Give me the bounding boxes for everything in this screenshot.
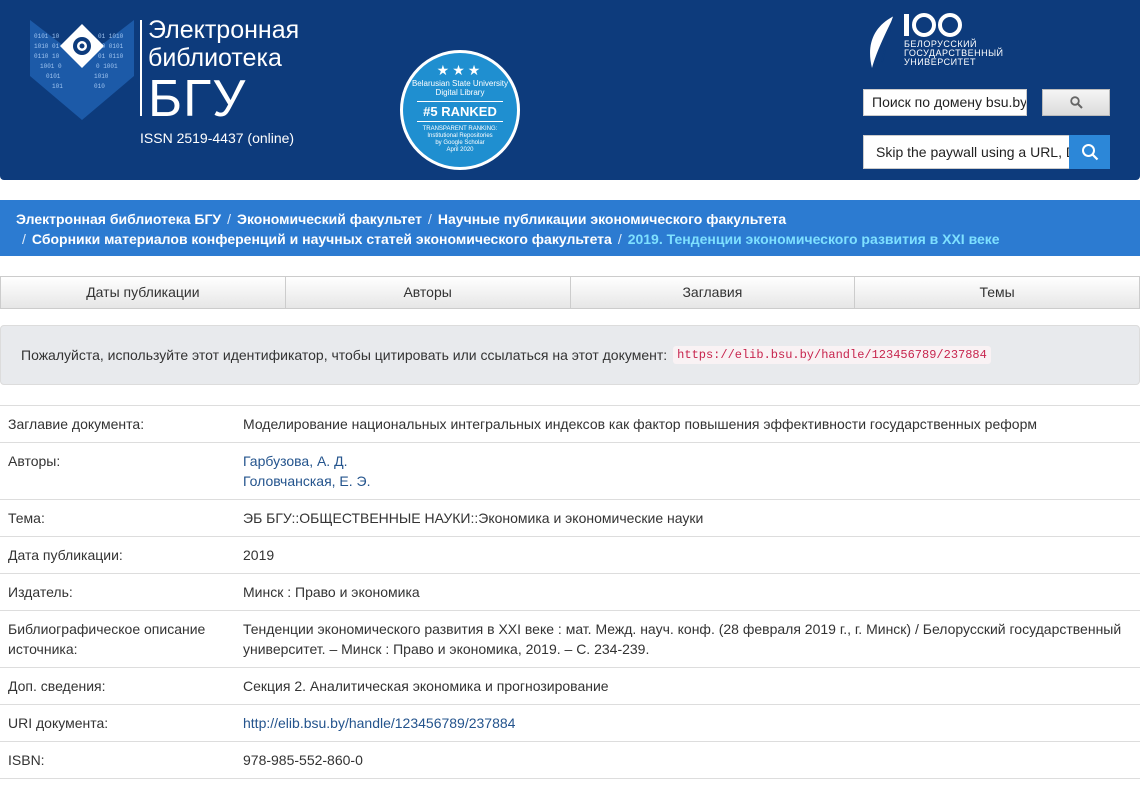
search-icon: [1069, 96, 1083, 109]
uri-value: http://elib.bsu.by/handle/123456789/2378…: [235, 705, 1140, 742]
university-name-line3: УНИВЕРСИТЕТ: [904, 57, 977, 67]
citation-label: Библиографическое описание источника:: [8, 621, 206, 657]
table-row: Библиографическое описание источника: Те…: [0, 610, 1140, 668]
table-row: URI документа: http://elib.bsu.by/handle…: [0, 704, 1140, 742]
breadcrumb-item-current[interactable]: 2019. Тенденции экономического развития …: [628, 231, 1000, 247]
library-name-line1: Электронная: [148, 16, 300, 44]
notes-value: Секция 2. Аналитическая экономика и прог…: [243, 678, 609, 694]
authors-label: Авторы:: [8, 453, 61, 469]
citation-uri[interactable]: https://elib.bsu.by/handle/123456789/237…: [673, 346, 991, 364]
svg-text:01 0110: 01 0110: [98, 53, 124, 60]
library-logo-icon[interactable]: 0101 10 1010 01 0110 10 1001 0 0101 101 01 1…: [30, 20, 134, 120]
browse-bar: Даты публикации Авторы Заглавия Темы: [0, 276, 1140, 309]
table-row: Авторы: Гарбузова, А. Д. Головчанская, Е…: [0, 442, 1140, 500]
table-row: Дата публикации: 2019: [0, 536, 1140, 574]
breadcrumb-separator: /: [617, 231, 622, 247]
svg-text:1010 01: 1010 01: [34, 43, 60, 50]
library-name[interactable]: Электронная библиотека БГУ: [148, 16, 299, 126]
logo-divider: [140, 20, 142, 116]
library-name-line2: библиотека: [148, 44, 282, 72]
rank-line3: by Google Scholar: [435, 140, 485, 146]
browse-by-author-button[interactable]: Авторы: [285, 276, 571, 309]
rank-stars: ★★★: [436, 62, 484, 78]
citation-notice-text: Пожалуйста, используйте этот идентификат…: [21, 347, 668, 363]
breadcrumb-separator: /: [22, 231, 26, 247]
rank-label: #5 RANKED: [417, 101, 503, 122]
svg-text:010: 010: [94, 83, 105, 90]
breadcrumb-separator: /: [227, 211, 232, 227]
citation-notice: Пожалуйста, используйте этот идентификат…: [0, 325, 1140, 385]
paywall-search-button[interactable]: [1069, 135, 1110, 169]
date-label: Дата публикации:: [8, 547, 123, 563]
authors-list: Гарбузова, А. Д. Головчанская, Е. Э.: [235, 443, 1140, 500]
domain-search-button[interactable]: [1042, 89, 1110, 116]
author-link[interactable]: Гарбузова, А. Д.: [243, 451, 1132, 471]
title-label: Заглавие документа:: [8, 416, 145, 432]
university-name: БЕЛОРУССКИЙ ГОСУДАРСТВЕННЫЙ УНИВЕРСИТЕТ: [904, 40, 1004, 67]
author-link[interactable]: Головчанская, Е. Э.: [243, 471, 1132, 491]
breadcrumb-item-collections[interactable]: Сборники материалов конференций и научны…: [32, 231, 612, 247]
browse-by-title-button[interactable]: Заглавия: [570, 276, 856, 309]
uri-label: URI документа:: [8, 715, 109, 731]
document-uri-link[interactable]: http://elib.bsu.by/handle/123456789/2378…: [243, 713, 1132, 733]
date-value: 2019: [243, 547, 275, 563]
svg-text:0 1001: 0 1001: [96, 63, 118, 70]
issn-label: ISSN 2519-4437 (online): [140, 130, 295, 146]
publisher-label: Издатель:: [8, 584, 73, 600]
breadcrumb: Электронная библиотека БГУ / Экономический…: [0, 200, 1140, 256]
ranking-badge[interactable]: ★★★ Belarusian State University Digital …: [400, 50, 520, 170]
university-logo[interactable]: БЕЛОРУССКИЙ ГОСУДАРСТВЕННЫЙ УНИВЕРСИТЕТ: [864, 12, 1014, 72]
isbn-value: 978-985-552-860-0: [243, 752, 363, 768]
table-row: Издатель: Минск : Право и экономика: [0, 573, 1140, 611]
isbn-label: ISBN:: [8, 752, 45, 768]
rank-line1: TRANSPARENT RANKING:: [422, 126, 498, 132]
table-row: ISBN: 978-985-552-860-0: [0, 741, 1140, 779]
publisher-value: Минск : Право и экономика: [243, 584, 420, 600]
university-emblem-icon: [870, 15, 895, 68]
notes-label: Доп. сведения:: [8, 678, 106, 694]
breadcrumb-item-faculty[interactable]: Экономический факультет: [237, 211, 422, 227]
svg-text:101: 101: [52, 83, 63, 90]
svg-text:1010: 1010: [94, 73, 109, 80]
library-name-line3: БГУ: [148, 70, 247, 128]
rank-line2: Institutional Repositories: [427, 133, 493, 139]
paywall-url-input[interactable]: Skip the paywall using a URL, DOI: [863, 135, 1070, 169]
browse-by-date-button[interactable]: Даты публикации: [0, 276, 286, 309]
rank-date: April 2020: [446, 147, 474, 153]
subject-value: ЭБ БГУ::ОБЩЕСТВЕННЫЕ НАУКИ::Экономика и …: [243, 510, 704, 526]
svg-text:0101 10: 0101 10: [34, 33, 60, 40]
svg-text:1001 0: 1001 0: [40, 63, 62, 70]
rank-institution: Belarusian State University Digital Libr…: [411, 79, 509, 97]
svg-text:0110 10: 0110 10: [34, 53, 60, 60]
site-header: 0101 10 1010 01 0110 10 1001 0 0101 101 01 1…: [0, 0, 1140, 180]
browse-by-subject-button[interactable]: Темы: [855, 276, 1140, 309]
breadcrumb-separator: /: [428, 211, 432, 227]
table-row: Заглавие документа: Моделирование национ…: [0, 405, 1140, 443]
metadata-table: Заглавие документа: Моделирование национ…: [0, 405, 1140, 779]
svg-text:01 1010: 01 1010: [98, 33, 124, 40]
svg-text:0101: 0101: [46, 73, 61, 80]
document-title: Моделирование национальных интегральных …: [243, 416, 1037, 432]
centenary-100-icon: [904, 13, 962, 37]
domain-search-input[interactable]: Поиск по домену bsu.by: [863, 89, 1027, 116]
breadcrumb-item-publications[interactable]: Научные публикации экономического факуль…: [438, 211, 786, 227]
table-row: Доп. сведения: Секция 2. Аналитическая э…: [0, 667, 1140, 705]
breadcrumb-item-library[interactable]: Электронная библиотека БГУ: [16, 211, 221, 227]
subject-label: Тема:: [8, 510, 45, 526]
table-row: Тема: ЭБ БГУ::ОБЩЕСТВЕННЫЕ НАУКИ::Эконом…: [0, 499, 1140, 537]
search-icon: [1081, 144, 1098, 161]
citation-value: Тенденции экономического развития в XXI …: [243, 621, 1122, 657]
